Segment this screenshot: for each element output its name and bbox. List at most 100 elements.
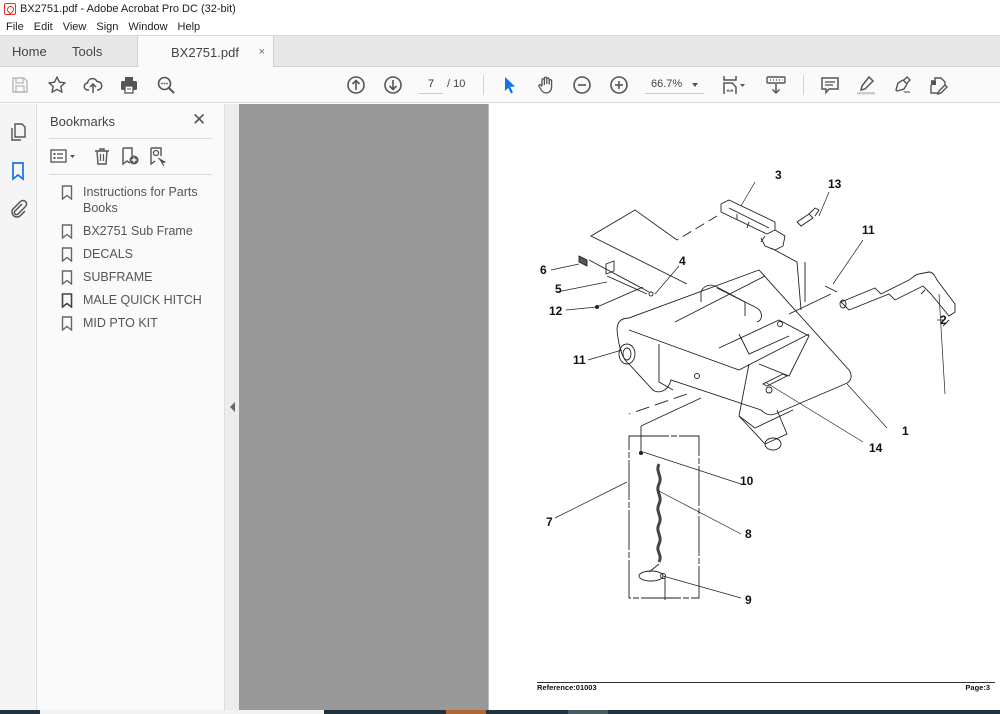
footer-page-number: Page:3 [965, 683, 990, 692]
navigation-rail [0, 104, 37, 710]
parts-diagram [550, 181, 956, 600]
bookmark-star-icon[interactable] [46, 74, 68, 96]
toolbar-divider [803, 75, 804, 95]
part-spring [578, 255, 588, 267]
callout-label: 14 [869, 441, 883, 455]
document-background [239, 104, 488, 710]
toolbar-divider [483, 75, 484, 95]
find-bookmark-icon[interactable] [148, 146, 170, 167]
taskbar-item[interactable] [568, 710, 608, 714]
delete-bookmark-icon[interactable] [92, 146, 112, 166]
title-bar: BX2751.pdf - Adobe Acrobat Pro DC (32-bi… [0, 0, 1000, 18]
part-clip [605, 260, 615, 275]
bookmarks-panel: Bookmarks ✕ Instructions for Parts Books… [37, 104, 224, 710]
menu-edit[interactable]: Edit [29, 21, 58, 33]
page-number-input[interactable]: 7 [419, 76, 443, 94]
page-fit-icon[interactable] [720, 74, 750, 96]
bookmark-icon [61, 270, 73, 285]
menu-view[interactable]: View [58, 21, 92, 33]
zoom-in-icon[interactable] [608, 74, 630, 96]
footer-reference: Reference:01003 [537, 683, 597, 692]
bookmark-label: Instructions for Parts Books [83, 185, 198, 215]
callout-label: 4 [679, 254, 686, 268]
part-lever [840, 271, 956, 317]
part-bolt [796, 213, 814, 227]
menu-file[interactable]: File [0, 21, 29, 33]
callout-label: 12 [549, 304, 563, 318]
bookmark-icon [61, 185, 73, 200]
callout-label: 9 [745, 593, 752, 607]
bookmark-icon [61, 316, 73, 331]
bookmark-icon [61, 224, 73, 239]
menu-bar: File Edit View Sign Window Help [0, 18, 1000, 35]
bookmark-label: DECALS [83, 247, 134, 261]
menu-help[interactable]: Help [173, 21, 206, 33]
bookmark-item[interactable]: SUBFRAME [61, 269, 221, 285]
select-arrow-icon[interactable] [499, 74, 521, 96]
panel-divider [49, 138, 212, 139]
bookmark-item[interactable]: BX2751 Sub Frame [61, 223, 221, 239]
pdf-page: 3 13 11 6 4 5 12 2 11 1 14 10 7 8 9 Refe… [488, 104, 1000, 710]
bookmark-options-button[interactable] [50, 146, 78, 166]
bookmark-item[interactable]: MALE QUICK HITCH [61, 292, 221, 308]
bookmark-label: MID PTO KIT [83, 316, 158, 330]
part-chain [656, 463, 662, 563]
highlight-icon[interactable] [855, 74, 877, 96]
callout-label: 6 [540, 263, 547, 277]
taskbar-item[interactable] [446, 710, 486, 714]
new-bookmark-icon[interactable] [120, 146, 142, 166]
menu-window[interactable]: Window [123, 21, 172, 33]
taskbar [0, 710, 1000, 714]
page-total: / 10 [447, 78, 466, 90]
tab-home[interactable]: Home [12, 36, 47, 67]
acrobat-icon [4, 3, 16, 15]
find-zoom-icon[interactable] [155, 74, 177, 96]
part-ring-pin [638, 570, 664, 582]
callout-label: 1 [902, 424, 909, 438]
taskbar-item[interactable] [40, 710, 324, 714]
close-tab-icon[interactable]: × [259, 46, 265, 58]
scroll-mode-icon[interactable] [765, 74, 787, 96]
tab-document-label: BX2751.pdf [171, 44, 239, 60]
panel-divider [49, 174, 212, 175]
zoom-level-dropdown[interactable]: 66.7% [645, 76, 704, 94]
callout-label: 11 [862, 223, 875, 237]
callout-label: 13 [828, 177, 842, 191]
bookmark-label: MALE QUICK HITCH [83, 293, 202, 307]
toolbar: 7 / 10 66.7% [0, 67, 1000, 103]
bookmark-item[interactable]: MID PTO KIT [61, 315, 221, 331]
print-icon[interactable] [118, 74, 140, 96]
callout-label: 8 [745, 527, 752, 541]
previous-page-icon[interactable] [345, 74, 367, 96]
hand-icon[interactable] [535, 74, 557, 96]
page-thumbnails-icon[interactable] [8, 122, 28, 142]
callout-label: 5 [555, 282, 562, 296]
collapse-arrow-icon [230, 402, 235, 412]
sign-icon[interactable] [891, 74, 913, 96]
tab-document[interactable]: BX2751.pdf × [137, 36, 274, 68]
bookmarks-title: Bookmarks [50, 114, 116, 129]
bookmark-item[interactable]: DECALS [61, 246, 221, 262]
upload-cloud-icon[interactable] [82, 74, 104, 96]
chevron-down-icon [692, 83, 698, 87]
tab-bar: Home Tools BX2751.pdf × [0, 35, 1000, 68]
edit-pdf-icon[interactable] [927, 74, 949, 96]
window-title: BX2751.pdf - Adobe Acrobat Pro DC (32-bi… [20, 3, 236, 15]
bookmark-item[interactable]: Instructions for Parts Books [61, 184, 221, 216]
bookmark-label: BX2751 Sub Frame [83, 224, 193, 238]
panel-collapse-handle[interactable] [224, 104, 239, 710]
callout-label: 10 [740, 474, 754, 488]
bookmark-icon [61, 293, 73, 308]
close-panel-icon[interactable]: ✕ [192, 111, 206, 129]
bookmark-icon [61, 247, 73, 262]
zoom-out-icon[interactable] [571, 74, 593, 96]
bookmark-label: SUBFRAME [83, 270, 153, 284]
save-icon[interactable] [9, 74, 31, 96]
footer-divider [537, 682, 995, 683]
attachments-icon[interactable] [8, 198, 28, 218]
bookmarks-icon[interactable] [8, 161, 28, 181]
next-page-icon[interactable] [382, 74, 404, 96]
menu-sign[interactable]: Sign [91, 21, 123, 33]
comment-icon[interactable] [819, 74, 841, 96]
tab-tools[interactable]: Tools [72, 36, 102, 67]
